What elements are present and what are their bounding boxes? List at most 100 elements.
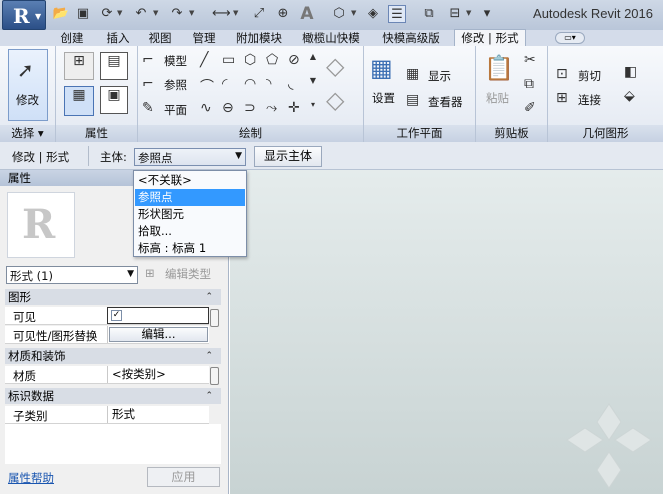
open-icon[interactable]: 📂 [52,5,70,23]
collapse-icon[interactable]: ⌃ [205,289,213,305]
thin-lines-icon[interactable]: ☰ [388,5,406,23]
rectangle-icon[interactable]: ▭ [222,52,235,68]
tab-advanced[interactable]: 快模高级版 [370,30,452,46]
customize-toolbar-icon[interactable]: ▾ [478,5,496,23]
draw-plane-label[interactable]: 平面 [164,102,187,118]
show-work-plane-icon[interactable]: ▦ [406,66,419,82]
3d-view-icon[interactable]: ⬡ [330,5,348,23]
ellipse-icon[interactable]: ⊖ [222,100,234,116]
host-option-pick[interactable]: 拾取... [135,223,245,240]
center-arc-icon[interactable]: ◠ [244,76,256,92]
section-materials[interactable]: 材质和装饰 ⌃ [5,348,221,364]
chevron-down-icon[interactable]: ▼ [189,9,194,17]
point-spline-icon[interactable]: ⤳ [266,100,277,116]
copy-icon[interactable]: ⧉ [524,76,534,92]
panel-label-select[interactable]: 选择 ▾ [0,125,55,142]
set-label[interactable]: 设置 [372,90,395,106]
section-icon[interactable]: ◈ [364,5,382,23]
save-icon[interactable]: ▣ [74,5,92,23]
tag-icon[interactable]: ⊕ [274,5,292,23]
reference-line-icon[interactable]: ⌐ [142,76,154,92]
chevron-down-icon[interactable]: ▼ [351,9,356,17]
cut-geometry-label[interactable]: 剪切 [578,68,601,84]
start-end-arc-icon[interactable]: ◜ [222,76,227,92]
properties-scrollbar[interactable] [210,309,220,409]
show-label[interactable]: 显示 [428,68,451,84]
chevron-down-icon[interactable]: ▼ [466,9,471,17]
tangent-arc-icon[interactable]: ◝ [266,76,271,92]
properties-palette-icon[interactable]: ▤ [100,52,128,80]
type-properties-icon[interactable]: ▦ [64,86,94,116]
tab-insert[interactable]: 插入 [98,30,138,46]
measure-icon[interactable]: ⟷ [212,5,231,23]
draw-reference-label[interactable]: 参照 [164,77,187,93]
spline-icon[interactable]: ∿ [200,100,212,116]
tab-manage[interactable]: 管理 [182,30,226,46]
apply-button[interactable]: 应用 [147,467,220,487]
subcategory-value[interactable]: 形式 [107,406,209,423]
cut-icon[interactable]: ✂ [524,52,536,68]
host-option-none[interactable]: <不关联> [135,172,245,189]
chevron-down-icon[interactable]: ▼ [233,9,238,17]
point-icon[interactable]: ✛ [288,100,300,116]
gallery-expand-icon[interactable]: ▾ [308,100,318,109]
section-identity[interactable]: 标识数据 ⌃ [5,388,221,404]
type-selector[interactable]: 形式 (1) ▼ [6,266,138,284]
line-icon[interactable]: ╱ [200,52,208,68]
host-option-reference-point[interactable]: 参照点 [135,189,245,206]
cut-geometry-icon[interactable]: ⊡ [556,66,568,82]
host-option-level[interactable]: 标高 : 标高 1 [135,240,245,257]
chevron-down-icon[interactable]: ▼ [153,9,158,17]
scroll-thumb[interactable] [210,367,219,385]
pick-surface-icon[interactable]: ◇ [326,86,344,114]
family-category-icon[interactable]: ▣ [100,86,128,114]
tab-modify-form[interactable]: 修改 | 形式 [454,29,526,46]
join-geometry-label[interactable]: 连接 [578,92,601,108]
edit-visibility-button[interactable]: 编辑... [109,327,208,342]
model-line-icon[interactable]: ⌐ [142,52,154,68]
arc-icon[interactable]: ⌒ [200,76,214,96]
wall-joins-icon[interactable]: ◧ [624,64,637,80]
set-work-plane-icon[interactable]: ▦ [370,54,393,82]
split-face-icon[interactable]: ⬙ [624,88,635,104]
viewer-label[interactable]: 查看器 [428,94,463,110]
redo-icon[interactable]: ↷ [168,5,186,23]
gallery-scroll-down-icon[interactable]: ▼ [308,76,318,85]
match-type-icon[interactable]: ✐ [524,100,536,116]
polygon-icon[interactable]: ⬡ [244,52,256,68]
aligned-dimension-icon[interactable]: ⤢ [250,5,268,23]
host-select[interactable]: 参照点 ▼ [134,148,246,166]
visible-checkbox[interactable]: ✓ [111,310,122,321]
material-value[interactable]: <按类别> [107,366,209,383]
partial-ellipse-icon[interactable]: ⊃ [244,100,256,116]
family-types-icon[interactable]: ⊞ [64,52,94,80]
tab-view[interactable]: 视图 [138,30,182,46]
modify-button[interactable]: ➚ 修改 [8,49,48,121]
tab-addins[interactable]: 附加模块 [226,30,292,46]
plane-icon[interactable]: ✎ [142,100,154,116]
switch-windows-icon[interactable]: ⊟ [446,5,464,23]
show-host-button[interactable]: 显示主体 [254,146,322,167]
inscribed-polygon-icon[interactable]: ⬠ [266,52,278,68]
circle-icon[interactable]: ⊘ [288,52,300,68]
draw-model-label[interactable]: 模型 [164,53,187,69]
work-plane-surface-icon[interactable]: ◇ [326,52,344,80]
paste-label[interactable]: 粘贴 [486,90,509,106]
ribbon-minimize-button[interactable]: ▭▾ [555,32,585,44]
gallery-scroll-up-icon[interactable]: ▲ [308,52,318,61]
tab-create[interactable]: 创建 [46,30,98,46]
sync-icon[interactable]: ⟳ [98,5,116,23]
application-menu-button[interactable]: R ▼ [2,0,46,30]
viewer-icon[interactable]: ▤ [406,92,419,108]
chevron-down-icon[interactable]: ▼ [117,9,122,17]
close-hidden-windows-icon[interactable]: ⧉ [420,5,438,23]
text-icon[interactable]: A [298,5,316,23]
undo-icon[interactable]: ↶ [132,5,150,23]
join-geometry-icon[interactable]: ⊞ [556,90,568,106]
fillet-arc-icon[interactable]: ◟ [288,76,293,92]
section-graphics[interactable]: 图形 ⌃ [5,289,221,305]
host-option-form-element[interactable]: 形状图元 [135,206,245,223]
paste-icon[interactable]: 📋 [484,54,514,82]
properties-help-link[interactable]: 属性帮助 [8,470,54,486]
scroll-thumb[interactable] [210,309,219,327]
